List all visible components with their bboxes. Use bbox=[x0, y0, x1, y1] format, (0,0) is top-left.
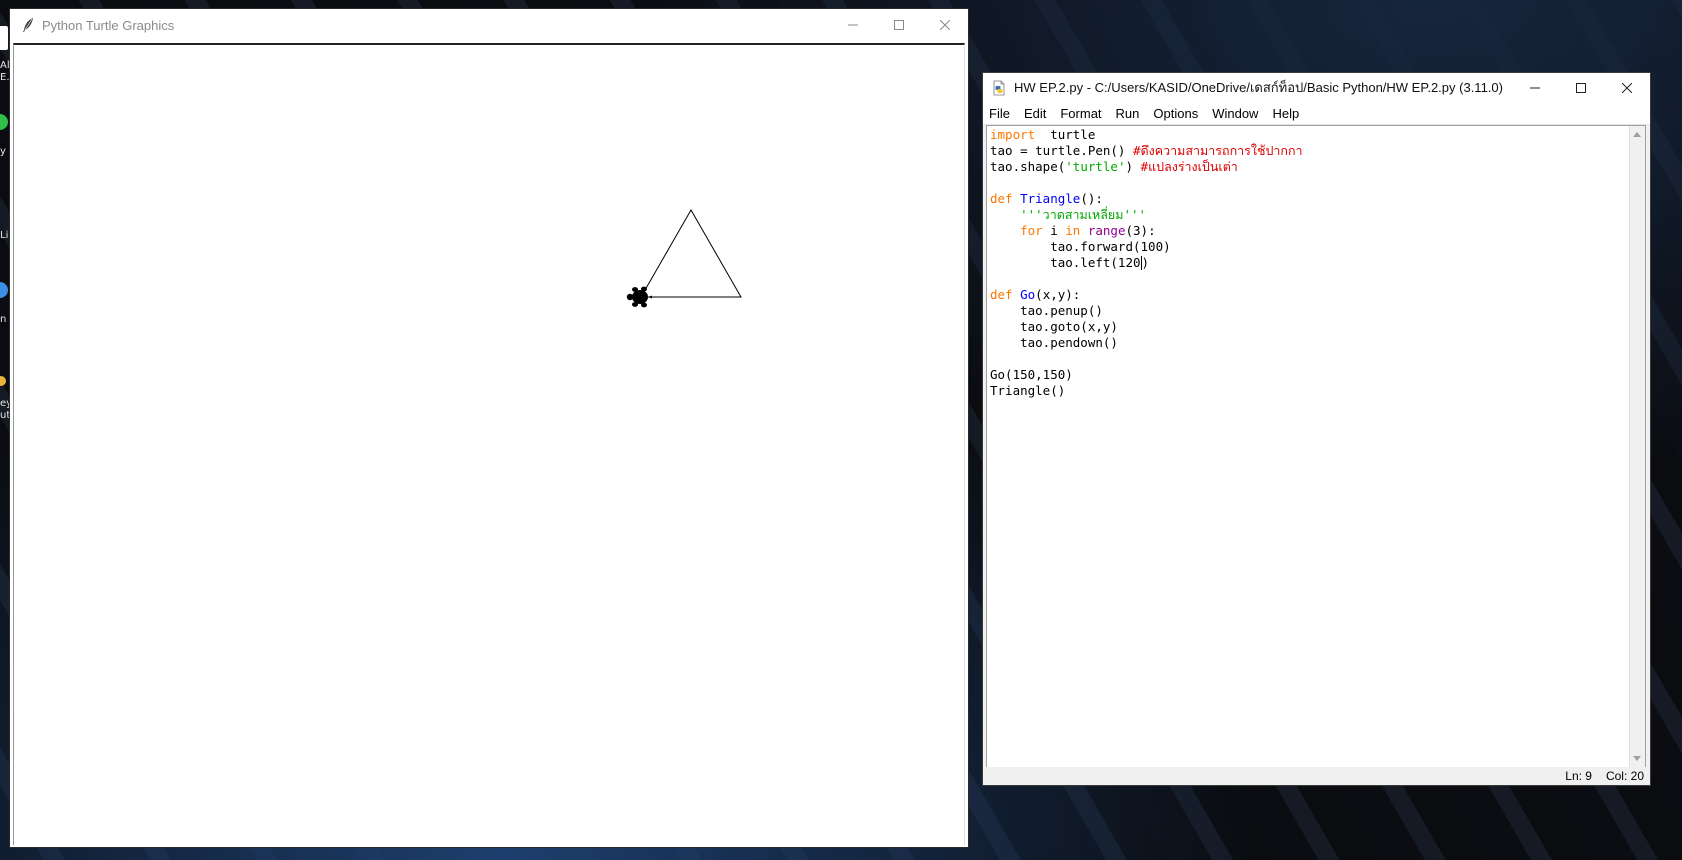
code-token: (x,y): bbox=[1035, 287, 1081, 302]
code-token: (): bbox=[1080, 191, 1103, 206]
code-line: tao.forward(100) bbox=[990, 239, 1629, 255]
close-icon bbox=[940, 20, 950, 30]
code-token: ) bbox=[1125, 159, 1141, 174]
code-editor[interactable]: import turtle tao = turtle.Pen() #ดึงความ… bbox=[986, 125, 1646, 768]
menu-bar: File Edit Format Run Options Window Help bbox=[983, 102, 1650, 125]
close-button[interactable] bbox=[922, 9, 968, 41]
desktop-app-icon[interactable] bbox=[0, 376, 6, 386]
menu-run[interactable]: Run bbox=[1110, 106, 1148, 121]
code-line: tao.goto(x,y) bbox=[990, 319, 1629, 335]
code-line: tao.left(120) bbox=[990, 255, 1629, 271]
menu-edit[interactable]: Edit bbox=[1018, 106, 1054, 121]
turtle-cursor-icon bbox=[626, 286, 652, 308]
code-token: tao.penup() bbox=[990, 303, 1103, 318]
code-token: i bbox=[1042, 223, 1066, 238]
code-token: #ดึงความสามารถการใช้ปากกา bbox=[1133, 143, 1303, 158]
status-line: Ln: 9 bbox=[1565, 769, 1592, 783]
maximize-icon bbox=[1576, 82, 1586, 93]
code-token: Go bbox=[1020, 287, 1036, 302]
close-icon bbox=[1622, 82, 1632, 93]
minimize-icon bbox=[848, 24, 858, 26]
code-line: import turtle bbox=[990, 127, 1629, 143]
code-line: tao.penup() bbox=[990, 303, 1629, 319]
code-token: range bbox=[1087, 223, 1126, 238]
code-token: Go(150,150) bbox=[990, 367, 1073, 382]
desktop-label: y bbox=[0, 146, 6, 157]
code-line: tao = turtle.Pen() #ดึงความสามารถการใช้ป… bbox=[990, 143, 1629, 159]
code-token: def bbox=[990, 191, 1013, 206]
close-button[interactable] bbox=[1604, 73, 1650, 102]
code-token: def bbox=[990, 287, 1013, 302]
turtle-drawing bbox=[626, 208, 742, 308]
turtle-graphics-window: Python Turtle Graphics bbox=[9, 8, 969, 848]
editor-title: HW EP.2.py - C:/Users/KASID/OneDrive/เดส… bbox=[1014, 80, 1503, 95]
scroll-down-icon[interactable] bbox=[1633, 756, 1641, 761]
minimize-icon bbox=[1530, 87, 1540, 88]
code-token: tao.pendown() bbox=[990, 335, 1118, 350]
code-token: #แปลงร่างเป็นเต่า bbox=[1140, 159, 1238, 174]
minimize-button[interactable] bbox=[830, 9, 876, 41]
code-line: def Triangle(): bbox=[990, 191, 1629, 207]
menu-help[interactable]: Help bbox=[1266, 106, 1307, 121]
code-line: Triangle() bbox=[990, 383, 1629, 399]
code-token: 'turtle' bbox=[1065, 159, 1126, 174]
status-bar: Ln: 9 Col: 20 bbox=[983, 767, 1650, 785]
desktop-label: Li bbox=[0, 230, 9, 241]
desktop-label: n bbox=[0, 314, 7, 325]
status-column: Col: 20 bbox=[1605, 769, 1644, 783]
desktop-app-icon[interactable] bbox=[0, 26, 8, 50]
code-line: tao.pendown() bbox=[990, 335, 1629, 351]
menu-file[interactable]: File bbox=[983, 106, 1018, 121]
code-line: def Go(x,y): bbox=[990, 287, 1629, 303]
desktop-app-icon[interactable] bbox=[0, 282, 8, 298]
menu-format[interactable]: Format bbox=[1054, 106, 1109, 121]
code-token: turtle bbox=[1035, 127, 1096, 142]
maximize-button[interactable] bbox=[876, 9, 922, 41]
minimize-button[interactable] bbox=[1512, 73, 1558, 102]
code-line: for i in range(3): bbox=[990, 223, 1629, 239]
code-text[interactable]: import turtle tao = turtle.Pen() #ดึงความ… bbox=[990, 127, 1629, 399]
editor-titlebar[interactable]: HW EP.2.py - C:/Users/KASID/OneDrive/เดส… bbox=[983, 73, 1650, 102]
turtle-canvas[interactable] bbox=[13, 43, 965, 845]
turtle-window-title: Python Turtle Graphics bbox=[42, 17, 175, 33]
python-file-icon bbox=[993, 80, 1005, 95]
maximize-icon bbox=[894, 20, 904, 30]
code-token: (3): bbox=[1125, 223, 1156, 238]
code-line: tao.shape('turtle') #แปลงร่างเป็นเต่า bbox=[990, 159, 1629, 175]
scroll-up-icon[interactable] bbox=[1633, 132, 1641, 137]
code-line: '''วาดสามเหลี่ยม''' bbox=[990, 207, 1629, 223]
idle-editor-window: HW EP.2.py - C:/Users/KASID/OneDrive/เดส… bbox=[982, 72, 1651, 786]
feather-icon bbox=[23, 18, 33, 32]
menu-window[interactable]: Window bbox=[1206, 106, 1266, 121]
triangle-shape bbox=[640, 208, 742, 298]
code-token: tao.left(120 bbox=[990, 255, 1141, 270]
code-token: for bbox=[1020, 223, 1043, 238]
code-token: Triangle() bbox=[990, 383, 1066, 398]
code-token: tao.goto(x,y) bbox=[990, 319, 1118, 334]
code-line: Go(150,150) bbox=[990, 367, 1629, 383]
code-token: tao.shape( bbox=[990, 159, 1066, 174]
menu-options[interactable]: Options bbox=[1147, 106, 1206, 121]
desktop-app-icon[interactable] bbox=[0, 114, 8, 130]
code-token: Triangle bbox=[1020, 191, 1081, 206]
code-token: ) bbox=[1141, 255, 1150, 270]
code-token: tao.forward(100) bbox=[990, 239, 1171, 254]
code-token: tao = turtle.Pen() bbox=[990, 143, 1133, 158]
code-token: import bbox=[990, 127, 1036, 142]
vertical-scrollbar[interactable] bbox=[1629, 126, 1645, 767]
code-token: in bbox=[1065, 223, 1081, 238]
maximize-button[interactable] bbox=[1558, 73, 1604, 102]
turtle-window-titlebar[interactable]: Python Turtle Graphics bbox=[10, 9, 968, 41]
code-token: '''วาดสามเหลี่ยม''' bbox=[1020, 207, 1147, 222]
